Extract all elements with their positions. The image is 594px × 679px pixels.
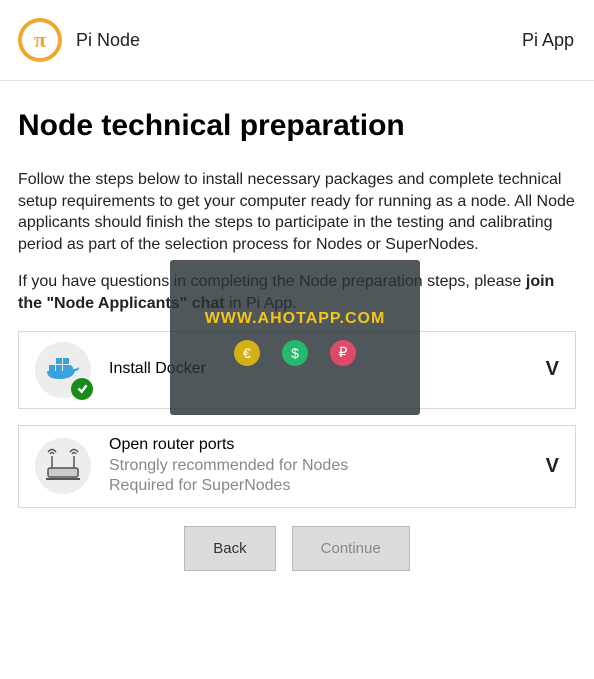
intro-paragraph-2: If you have questions in completing the …: [18, 271, 576, 314]
button-row: Back Continue: [18, 526, 576, 571]
intro2-pre: If you have questions in completing the …: [18, 273, 526, 290]
content: Node technical preparation Follow the st…: [0, 81, 594, 571]
open-router-ports-card[interactable]: Open router ports Strongly recommended f…: [18, 425, 576, 509]
docker-card-body: Install Docker: [109, 360, 536, 380]
router-card-sub1: Strongly recommended for Nodes: [109, 456, 536, 477]
router-card-title: Open router ports: [109, 436, 536, 454]
chevron-down-icon[interactable]: V: [536, 455, 559, 478]
router-icon: [35, 438, 91, 494]
intro-paragraph-1: Follow the steps below to install necess…: [18, 169, 576, 255]
header: π Pi Node Pi App: [0, 0, 594, 81]
pi-app-link[interactable]: Pi App: [522, 30, 574, 51]
app-title: Pi Node: [76, 30, 140, 51]
router-card-sub2: Required for SuperNodes: [109, 476, 536, 497]
docker-icon-wrap: [35, 342, 91, 398]
pi-logo-icon: π: [18, 18, 62, 62]
check-badge-icon: [71, 378, 93, 400]
chevron-down-icon[interactable]: V: [536, 358, 559, 381]
docker-card-title: Install Docker: [109, 360, 536, 378]
router-card-body: Open router ports Strongly recommended f…: [109, 436, 536, 498]
back-button[interactable]: Back: [184, 526, 275, 571]
pi-symbol: π: [34, 27, 46, 53]
page-title: Node technical preparation: [18, 109, 576, 143]
install-docker-card[interactable]: Install Docker V: [18, 331, 576, 409]
intro2-post: in Pi App.: [225, 295, 297, 312]
continue-button[interactable]: Continue: [292, 526, 410, 571]
header-left: π Pi Node: [18, 18, 140, 62]
router-icon-wrap: [35, 438, 91, 494]
